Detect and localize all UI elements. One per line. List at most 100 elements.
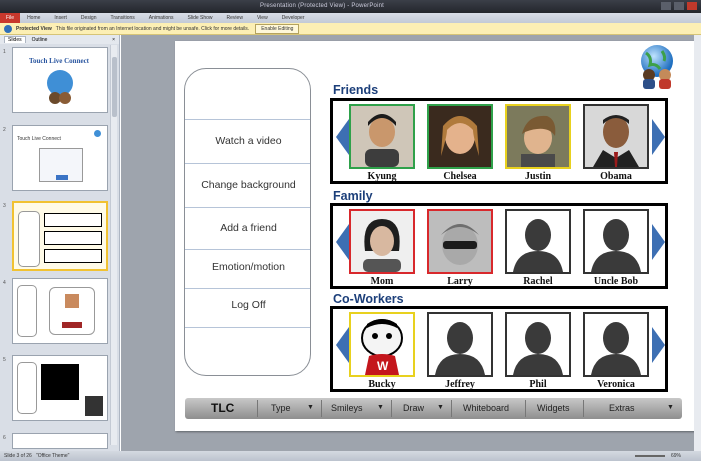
extras-dropdown-icon[interactable]: ▼ <box>667 404 674 411</box>
log-off-button[interactable]: Log Off <box>185 299 310 311</box>
close-panel-icon[interactable]: × <box>112 37 115 43</box>
slide-thumbnail-2[interactable]: Touch Live Connect <box>12 125 108 191</box>
coworker-photo-bucky[interactable]: W <box>349 312 415 377</box>
add-friend-button[interactable]: Add a friend <box>185 222 310 234</box>
change-background-button[interactable]: Change background <box>185 179 310 191</box>
friends-row: Kyung Chelsea Justin Obama <box>330 98 668 184</box>
friend-photo-kyung[interactable] <box>349 104 415 169</box>
scroll-right-arrow-icon[interactable] <box>652 119 665 155</box>
friend-photo-chelsea[interactable] <box>427 104 493 169</box>
friend-name: Obama <box>600 171 632 182</box>
scroll-right-arrow-icon[interactable] <box>652 327 665 363</box>
coworker-name: Veronica <box>597 379 635 390</box>
scrollbar-thumb[interactable] <box>112 57 117 117</box>
scroll-right-arrow-icon[interactable] <box>652 224 665 260</box>
widgets-button[interactable]: Widgets <box>537 403 570 413</box>
tab-home[interactable]: Home <box>20 15 47 21</box>
slide-thumb-menu <box>17 285 37 337</box>
slide-workspace: Watch a video Change background Add a fr… <box>121 35 701 451</box>
tab-file[interactable]: File <box>0 13 21 23</box>
zoom-level[interactable]: 69% <box>671 453 681 459</box>
tab-slide-show[interactable]: Slide Show <box>181 15 220 21</box>
toolbar-separator <box>583 400 584 417</box>
title-bar: Presentation (Protected View) - PowerPoi… <box>0 0 701 13</box>
tab-slides[interactable]: Slides <box>4 36 26 43</box>
slide-thumb-form <box>39 148 83 182</box>
slide-canvas[interactable]: Watch a video Change background Add a fr… <box>175 41 697 431</box>
scroll-left-arrow-icon[interactable] <box>336 119 349 155</box>
friend-photo-obama[interactable] <box>583 104 649 169</box>
close-window-button[interactable] <box>687 2 697 10</box>
tab-transitions[interactable]: Transitions <box>104 15 142 21</box>
slide-thumbnail-5[interactable] <box>12 355 108 421</box>
slide-thumb-button <box>56 175 68 180</box>
draw-button[interactable]: Draw <box>403 403 424 413</box>
coworkers-title: Co-Workers <box>333 292 404 306</box>
zoom-slider[interactable] <box>635 455 665 457</box>
extras-button[interactable]: Extras <box>609 403 635 413</box>
coworker-name: Jeffrey <box>445 379 475 390</box>
protected-view-label: Protected View <box>16 25 52 32</box>
tab-review[interactable]: Review <box>220 15 250 21</box>
family-name: Rachel <box>523 276 553 287</box>
type-button[interactable]: Type <box>271 403 291 413</box>
slide-thumb-row <box>44 231 102 245</box>
slide-thumb-menu <box>17 362 37 414</box>
maximize-button[interactable] <box>674 2 684 10</box>
family-name: Larry <box>447 276 473 287</box>
friends-title: Friends <box>333 83 379 97</box>
workspace-scrollbar[interactable] <box>694 35 701 451</box>
panel-scrollbar[interactable] <box>110 45 117 445</box>
slide-thumb-row <box>44 213 102 227</box>
tab-developer[interactable]: Developer <box>275 15 312 21</box>
family-photo-larry[interactable] <box>427 209 493 274</box>
emotion-motion-button[interactable]: Emotion/motion <box>185 261 310 273</box>
tab-outline[interactable]: Outline <box>32 37 48 43</box>
slide-thumb-video <box>41 364 79 400</box>
slide-thumbnail-3-selected[interactable] <box>12 201 108 271</box>
minimize-button[interactable] <box>661 2 671 10</box>
protected-view-bar: Protected View This file originated from… <box>0 23 701 35</box>
coworker-photo-veronica[interactable] <box>583 312 649 377</box>
theme-name: "Office Theme" <box>36 453 70 459</box>
family-photo-uncle-bob[interactable] <box>583 209 649 274</box>
friend-name: Justin <box>524 171 552 182</box>
tab-view[interactable]: View <box>250 15 275 21</box>
coworker-name: Phil <box>529 379 547 390</box>
slide-thumbnail-6[interactable] <box>12 433 108 449</box>
globe-icon <box>94 130 101 137</box>
coworker-photo-phil[interactable] <box>505 312 571 377</box>
whiteboard-button[interactable]: Whiteboard <box>463 403 509 413</box>
slide-thumb-button <box>62 322 82 328</box>
watch-video-button[interactable]: Watch a video <box>185 135 310 147</box>
scroll-left-arrow-icon[interactable] <box>336 224 349 260</box>
protected-view-message[interactable]: This file originated from an Internet lo… <box>56 26 249 32</box>
coworkers-row: W Bucky Jeffrey Phil Veronica <box>330 306 668 392</box>
slide-number: 4 <box>3 280 6 286</box>
shield-icon <box>4 24 12 33</box>
slide-number: 5 <box>3 357 6 363</box>
menu-divider <box>185 249 310 250</box>
coworker-photo-jeffrey[interactable] <box>427 312 493 377</box>
enable-editing-button[interactable]: Enable Editing <box>255 23 300 34</box>
toolbar-separator <box>525 400 526 417</box>
friend-photo-justin[interactable] <box>505 104 571 169</box>
window-title: Presentation (Protected View) - PowerPoi… <box>260 3 385 9</box>
coworker-name: Bucky <box>368 379 396 390</box>
slide-thumbnail-1[interactable]: Touch Live Connect <box>12 47 108 113</box>
tlc-logo[interactable]: TLC <box>211 401 234 415</box>
type-dropdown-icon[interactable]: ▼ <box>307 404 314 411</box>
family-photo-rachel[interactable] <box>505 209 571 274</box>
draw-dropdown-icon[interactable]: ▼ <box>437 404 444 411</box>
slide-number: 1 <box>3 49 6 55</box>
globe-people-icon <box>47 70 73 104</box>
slide-thumbnail-4[interactable] <box>12 278 108 344</box>
family-photo-mom[interactable] <box>349 209 415 274</box>
smileys-dropdown-icon[interactable]: ▼ <box>377 404 384 411</box>
tab-design[interactable]: Design <box>74 15 104 21</box>
smileys-button[interactable]: Smileys <box>331 403 363 413</box>
tab-animations[interactable]: Animations <box>142 15 181 21</box>
tab-insert[interactable]: Insert <box>47 15 74 21</box>
menu-divider <box>185 119 310 120</box>
scroll-left-arrow-icon[interactable] <box>336 327 349 363</box>
